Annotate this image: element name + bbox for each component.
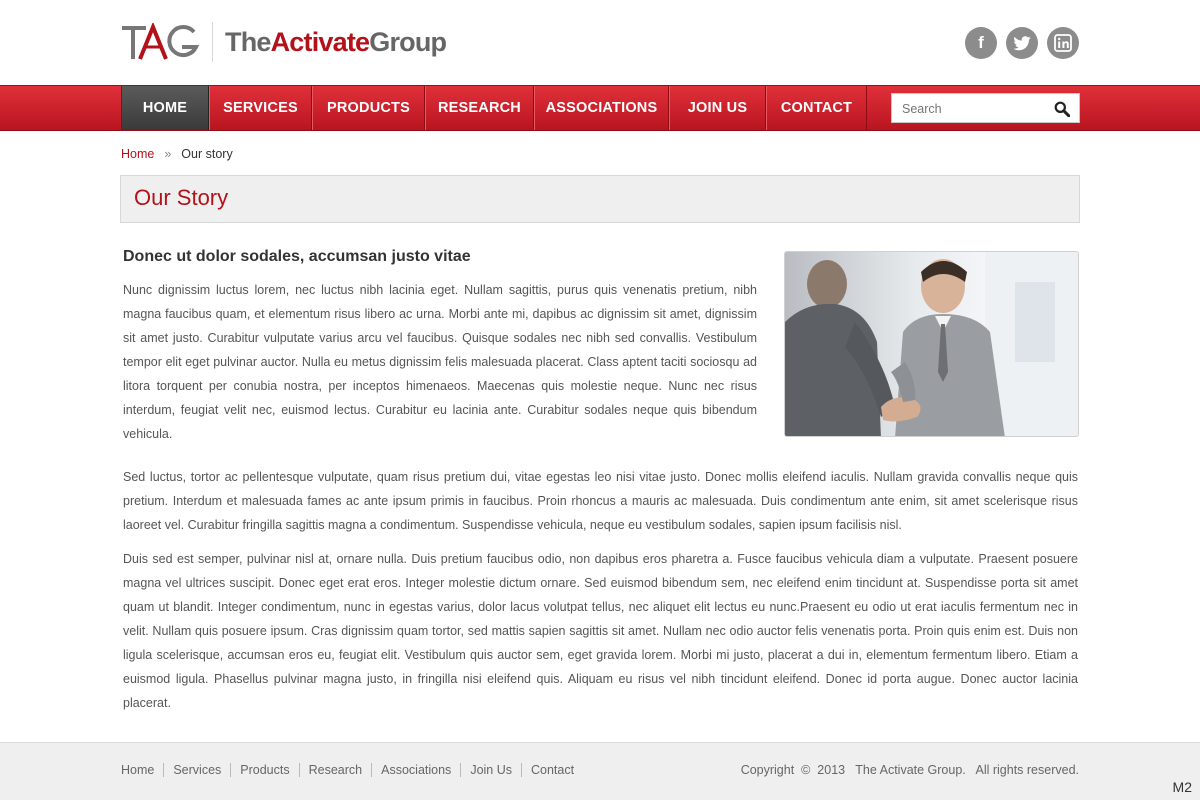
site-footer: Home Services Products Research Associat… — [0, 742, 1200, 800]
page-title-bar: Our Story — [120, 175, 1080, 223]
body-paragraph-3: Duis sed est semper, pulvinar nisl at, o… — [123, 552, 1078, 710]
breadcrumb-current: Our story — [181, 147, 233, 161]
site-header: TheActivateGroup f — [0, 0, 1200, 85]
breadcrumb-separator: » — [164, 147, 172, 161]
search-icon[interactable] — [1054, 101, 1070, 117]
footer-link-contact[interactable]: Contact — [521, 763, 583, 777]
intro-paragraph: Nunc dignissim luctus lorem, nec luctus … — [123, 283, 757, 441]
footer-link-services[interactable]: Services — [163, 763, 230, 777]
nav-item-join-us[interactable]: JOIN US — [669, 86, 766, 130]
page-title: Our Story — [134, 185, 229, 210]
logo-divider — [212, 22, 213, 62]
body-paragraph-2: Sed luctus, tortor ac pellentesque vulpu… — [123, 470, 1078, 532]
handshake-illustration — [785, 252, 1078, 436]
footer-link-associations[interactable]: Associations — [371, 763, 460, 777]
linkedin-icon[interactable] — [1047, 27, 1079, 59]
main-navbar: HOME SERVICES PRODUCTS RESEARCH ASSOCIAT… — [0, 85, 1200, 131]
footer-link-research[interactable]: Research — [298, 763, 372, 777]
copyright-text: Copyright © 2013 The Activate Group. All… — [740, 763, 1079, 777]
breadcrumb: Home » Our story — [121, 147, 233, 161]
footer-link-products[interactable]: Products — [230, 763, 298, 777]
nav-item-associations[interactable]: ASSOCIATIONS — [534, 86, 669, 130]
breadcrumb-home-link[interactable]: Home — [121, 147, 154, 161]
nav-item-products[interactable]: PRODUCTS — [312, 86, 425, 130]
search-box — [891, 93, 1080, 123]
main-nav: HOME SERVICES PRODUCTS RESEARCH ASSOCIAT… — [121, 86, 867, 130]
logo-wordmark: TheActivateGroup — [225, 26, 447, 57]
nav-item-contact[interactable]: CONTACT — [766, 86, 867, 130]
twitter-icon[interactable] — [1006, 27, 1038, 59]
site-logo[interactable]: TheActivateGroup — [122, 22, 447, 62]
section-subheading: Donec ut dolor sodales, accumsan justo v… — [123, 248, 471, 265]
nav-item-research[interactable]: RESEARCH — [425, 86, 534, 130]
tag-logo-mark — [122, 23, 200, 60]
social-links: f — [965, 27, 1079, 59]
nav-item-services[interactable]: SERVICES — [209, 86, 312, 130]
footer-nav: Home Services Products Research Associat… — [121, 763, 583, 777]
nav-item-home[interactable]: HOME — [121, 86, 209, 130]
search-input[interactable] — [902, 100, 1042, 118]
footer-link-home[interactable]: Home — [121, 763, 163, 777]
footer-link-join-us[interactable]: Join Us — [460, 763, 521, 777]
handshake-photo — [784, 251, 1079, 437]
facebook-icon[interactable]: f — [965, 27, 997, 59]
corner-label: M2 — [1172, 779, 1192, 795]
